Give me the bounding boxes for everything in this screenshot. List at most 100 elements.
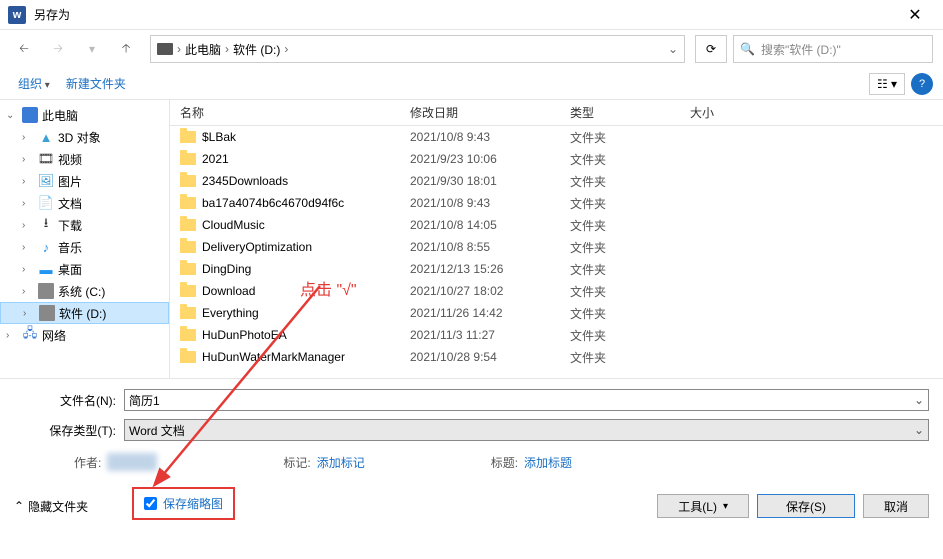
sidebar-item[interactable]: › ♪ 音乐 [0, 236, 169, 258]
newfolder-button[interactable]: 新建文件夹 [58, 71, 134, 96]
sidebar-label: 音乐 [58, 239, 82, 256]
forward-button[interactable]: 🡢 [44, 35, 72, 63]
chevron-up-icon: ⌃ [14, 499, 24, 513]
sidebar-item-pc[interactable]: ⌄ 此电脑 [0, 104, 169, 126]
drive-icon [157, 43, 173, 55]
col-date[interactable]: 修改日期 [410, 104, 570, 121]
folder-icon [180, 351, 196, 363]
author-value[interactable] [107, 453, 157, 471]
sidebar-item[interactable]: › 软件 (D:) [0, 302, 169, 324]
sidebar-item-network[interactable]: › 🖧 网络 [0, 324, 169, 346]
sidebar-item[interactable]: › 系统 (C:) [0, 280, 169, 302]
up-button[interactable]: 🡡 [112, 35, 140, 63]
expand-icon[interactable]: › [22, 220, 34, 231]
file-row[interactable]: DingDing 2021/12/13 15:26 文件夹 [170, 258, 943, 280]
file-name: $LBak [202, 130, 410, 144]
file-date: 2021/11/3 11:27 [410, 328, 570, 342]
recent-dd-icon[interactable]: ▾ [78, 35, 106, 63]
sidebar-label: 桌面 [58, 261, 82, 278]
expand-icon[interactable]: › [22, 264, 34, 275]
music-icon: ♪ [38, 239, 54, 255]
word-app-icon: w [8, 6, 26, 24]
filename-field[interactable] [129, 393, 914, 407]
file-name: HuDunPhotoEA [202, 328, 410, 342]
sidebar-item[interactable]: › ⭳ 下载 [0, 214, 169, 236]
expand-icon[interactable]: › [6, 330, 18, 341]
save-button[interactable]: 保存(S) [757, 494, 855, 518]
col-name[interactable]: 名称 [180, 104, 410, 121]
expand-icon[interactable]: › [23, 308, 35, 319]
sidebar-item[interactable]: › 📄 文档 [0, 192, 169, 214]
file-date: 2021/10/8 9:43 [410, 196, 570, 210]
chevron-right-icon: › [225, 42, 229, 56]
filename-row: 文件名(N): ⌄ [14, 389, 929, 411]
file-name: ba17a4074b6c4670d94f6c [202, 196, 410, 210]
expand-icon[interactable]: › [22, 198, 34, 209]
file-row[interactable]: Everything 2021/11/26 14:42 文件夹 [170, 302, 943, 324]
file-row[interactable]: HuDunPhotoEA 2021/11/3 11:27 文件夹 [170, 324, 943, 346]
sidebar-label: 3D 对象 [58, 129, 101, 146]
footer: ⌃ 隐藏文件夹 工具(L) 保存(S) 取消 [14, 494, 929, 518]
help-button[interactable]: ? [911, 73, 933, 95]
folder-icon [180, 219, 196, 231]
filename-input[interactable]: ⌄ [124, 389, 929, 411]
refresh-button[interactable]: ⟳ [695, 35, 727, 63]
expand-icon[interactable]: › [22, 286, 34, 297]
organize-button[interactable]: 组织 [10, 71, 58, 96]
file-row[interactable]: $LBak 2021/10/8 9:43 文件夹 [170, 126, 943, 148]
file-type: 文件夹 [570, 173, 690, 190]
tools-button[interactable]: 工具(L) [657, 494, 749, 518]
file-row[interactable]: HuDunWaterMarkManager 2021/10/28 9:54 文件… [170, 346, 943, 368]
file-date: 2021/10/8 14:05 [410, 218, 570, 232]
chevron-down-icon[interactable]: ⌄ [914, 393, 924, 407]
title-value[interactable]: 添加标题 [524, 454, 572, 471]
search-input[interactable]: 🔍 搜索"软件 (D:)" [733, 35, 933, 63]
tag-value[interactable]: 添加标记 [317, 454, 365, 471]
close-button[interactable]: ✕ [895, 0, 935, 30]
col-size[interactable]: 大小 [690, 104, 770, 121]
expand-icon[interactable]: › [22, 242, 34, 253]
view-mode-button[interactable]: ☷ ▾ [869, 73, 905, 95]
sidebar-item[interactable]: › ▲ 3D 对象 [0, 126, 169, 148]
cancel-button[interactable]: 取消 [863, 494, 929, 518]
file-row[interactable]: 2021 2021/9/23 10:06 文件夹 [170, 148, 943, 170]
sidebar-item[interactable]: › 🎞 视频 [0, 148, 169, 170]
back-button[interactable]: 🡠 [10, 35, 38, 63]
file-type: 文件夹 [570, 129, 690, 146]
sidebar-item[interactable]: › 🖼 图片 [0, 170, 169, 192]
file-list: 名称 修改日期 类型 大小 $LBak 2021/10/8 9:43 文件夹 2… [170, 100, 943, 378]
filetype-field[interactable] [129, 423, 914, 437]
hide-folders-label: 隐藏文件夹 [28, 498, 88, 515]
hide-folders-button[interactable]: ⌃ 隐藏文件夹 [14, 498, 88, 515]
file-name: DingDing [202, 262, 410, 276]
filetype-select[interactable]: ⌄ [124, 419, 929, 441]
chevron-right-icon: › [177, 42, 181, 56]
sidebar-label: 系统 (C:) [58, 283, 105, 300]
expand-icon[interactable]: › [22, 132, 34, 143]
sidebar-label: 下载 [58, 217, 82, 234]
file-type: 文件夹 [570, 217, 690, 234]
file-row[interactable]: CloudMusic 2021/10/8 14:05 文件夹 [170, 214, 943, 236]
sidebar-item[interactable]: › ▬ 桌面 [0, 258, 169, 280]
file-type: 文件夹 [570, 349, 690, 366]
sidebar-label: 软件 (D:) [59, 305, 106, 322]
file-row[interactable]: DeliveryOptimization 2021/10/8 8:55 文件夹 [170, 236, 943, 258]
file-row[interactable]: Download 2021/10/27 18:02 文件夹 [170, 280, 943, 302]
expand-icon[interactable]: › [22, 176, 34, 187]
file-row[interactable]: ba17a4074b6c4670d94f6c 2021/10/8 9:43 文件… [170, 192, 943, 214]
breadcrumb[interactable]: › 此电脑 › 软件 (D:) › ⌄ [150, 35, 685, 63]
breadcrumb-drive[interactable]: 软件 (D:) [233, 41, 280, 58]
search-icon: 🔍 [740, 42, 755, 56]
folder-icon [180, 197, 196, 209]
chevron-down-icon[interactable]: ⌄ [914, 423, 924, 437]
search-placeholder: 搜索"软件 (D:)" [761, 41, 841, 58]
file-type: 文件夹 [570, 239, 690, 256]
file-date: 2021/10/28 9:54 [410, 350, 570, 364]
collapse-icon[interactable]: ⌄ [6, 110, 18, 121]
col-type[interactable]: 类型 [570, 104, 690, 121]
breadcrumb-pc[interactable]: 此电脑 [185, 41, 221, 58]
expand-icon[interactable]: › [22, 154, 34, 165]
network-icon: 🖧 [22, 327, 38, 343]
file-row[interactable]: 2345Downloads 2021/9/30 18:01 文件夹 [170, 170, 943, 192]
breadcrumb-dd-icon[interactable]: ⌄ [668, 42, 678, 56]
